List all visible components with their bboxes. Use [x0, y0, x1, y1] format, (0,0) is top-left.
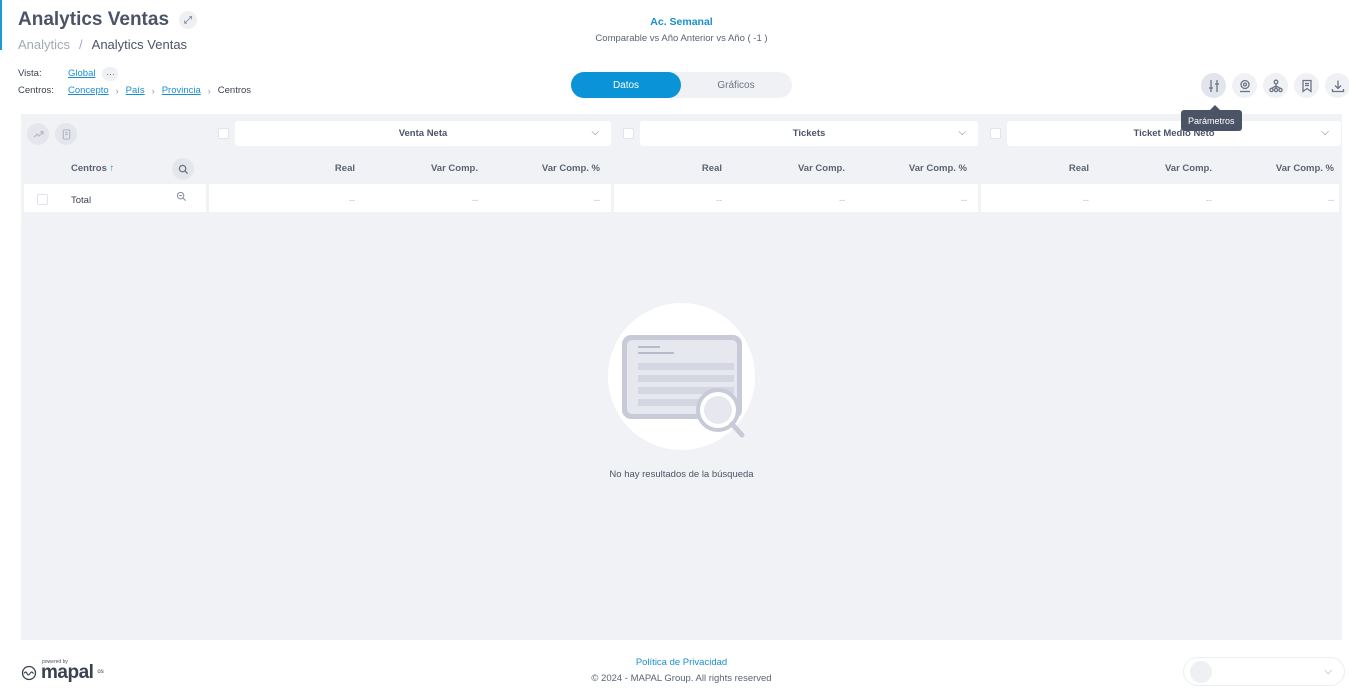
chevron-down-icon: ⌵ [591, 127, 599, 138]
select-tickets-checkbox[interactable] [623, 128, 634, 139]
select-venta-neta-checkbox[interactable] [218, 128, 229, 139]
chevron-right-icon: › [207, 85, 211, 96]
table-mini-tools [27, 123, 77, 145]
total-row-label: Total [71, 195, 92, 206]
column-header-real[interactable]: Real [1049, 163, 1089, 174]
metric-select-venta-neta[interactable]: Venta Neta ⌵ [235, 121, 611, 146]
sort-ascending-icon: ↑ [109, 163, 115, 174]
centros-path-pais[interactable]: País [126, 85, 145, 96]
table-cell: -- [961, 195, 967, 205]
column-header-var-comp[interactable]: Var Comp. [408, 163, 478, 174]
metric-select-tickets[interactable]: Tickets ⌵ [640, 121, 978, 146]
centros-path-centros: Centros [217, 85, 252, 96]
data-panel: Venta Neta ⌵ Tickets ⌵ Ticket Medio Neto… [21, 114, 1342, 640]
hierarchy-icon[interactable] [1263, 73, 1288, 98]
table-cell: -- [1328, 195, 1334, 205]
table-cell: -- [1083, 195, 1089, 205]
vista-link[interactable]: Global [68, 68, 95, 79]
tooltip-parametros: Parámetros [1181, 105, 1242, 131]
vista-filter-row: Vista: Global ··· [18, 65, 251, 82]
privacy-link[interactable]: Política de Privacidad [0, 657, 1349, 668]
column-header-centros[interactable]: Centros ↑ [71, 163, 114, 185]
sliders-icon[interactable] [1201, 73, 1226, 98]
vista-label: Vista: [18, 68, 42, 79]
chevron-right-icon: › [115, 85, 119, 96]
toggle-graficos[interactable]: Gráficos [681, 72, 791, 98]
chevron-down-icon: ⌵ [958, 127, 966, 138]
period-subtitle: Comparable vs Año Anterior vs Año ( -1 ) [595, 33, 768, 44]
more-options-icon[interactable]: ··· [102, 66, 119, 81]
centros-path-concepto[interactable]: Concepto [68, 85, 109, 96]
table-cell: -- [839, 195, 845, 205]
metric-select-label: Venta Neta [398, 128, 448, 139]
column-header-centros-label: Centros [71, 163, 107, 174]
toggle-datos[interactable]: Datos [571, 72, 681, 98]
location-pin-icon[interactable] [1232, 73, 1257, 98]
table-cell: -- [472, 195, 478, 205]
centros-path-provincia[interactable]: Provincia [162, 85, 201, 96]
column-header-real[interactable]: Real [682, 163, 722, 174]
centros-label: Centros: [18, 85, 54, 96]
column-header-var-comp-pct[interactable]: Var Comp. % [888, 163, 967, 174]
centros-filter-row: Centros: Concepto › País › Provincia › C… [18, 82, 251, 99]
view-toggle: Datos Gráficos [571, 72, 792, 98]
chevron-right-icon: › [151, 85, 155, 96]
zoom-out-icon[interactable] [176, 189, 190, 203]
total-row-checkbox[interactable] [37, 194, 48, 205]
copyright-text: © 2024 - MAPAL Group. All rights reserve… [591, 673, 772, 684]
avatar [1190, 660, 1212, 683]
table-cell: -- [349, 195, 355, 205]
footer-user-select[interactable]: ⌵ [1183, 657, 1345, 686]
column-header-var-comp[interactable]: Var Comp. [775, 163, 845, 174]
empty-results-illustration [608, 303, 755, 450]
period-info: Ac. Semanal Comparable vs Año Anterior v… [0, 16, 1349, 44]
table-cell: -- [716, 195, 722, 205]
download-icon[interactable] [1325, 73, 1349, 98]
empty-state [599, 303, 764, 450]
metric-select-ticket-medio[interactable]: Ticket Medio Neto ⌵ [1007, 121, 1341, 146]
table-cell: -- [1206, 195, 1212, 205]
chevron-down-icon: ⌵ [1321, 127, 1329, 138]
column-header-var-comp[interactable]: Var Comp. [1142, 163, 1212, 174]
column-header-var-comp-pct[interactable]: Var Comp. % [521, 163, 600, 174]
bookmark-icon[interactable] [1294, 73, 1319, 98]
empty-state-message: No hay resultados de la búsqueda [609, 469, 754, 480]
chevron-down-icon: ⌵ [1324, 666, 1332, 677]
toolbar [1201, 73, 1349, 98]
period-title[interactable]: Ac. Semanal [0, 16, 1349, 28]
trend-icon[interactable] [27, 123, 49, 145]
table-cell: -- [594, 195, 600, 205]
metric-select-label: Tickets [792, 128, 826, 139]
column-header-var-comp-pct[interactable]: Var Comp. % [1255, 163, 1334, 174]
footer-center: Política de Privacidad © 2024 - MAPAL Gr… [0, 657, 1349, 684]
select-ticket-medio-checkbox[interactable] [990, 128, 1001, 139]
filters: Vista: Global ··· Centros: Concepto › Pa… [18, 65, 251, 99]
column-header-real[interactable]: Real [315, 163, 355, 174]
search-icon[interactable] [172, 158, 194, 180]
report-icon[interactable] [55, 123, 77, 145]
